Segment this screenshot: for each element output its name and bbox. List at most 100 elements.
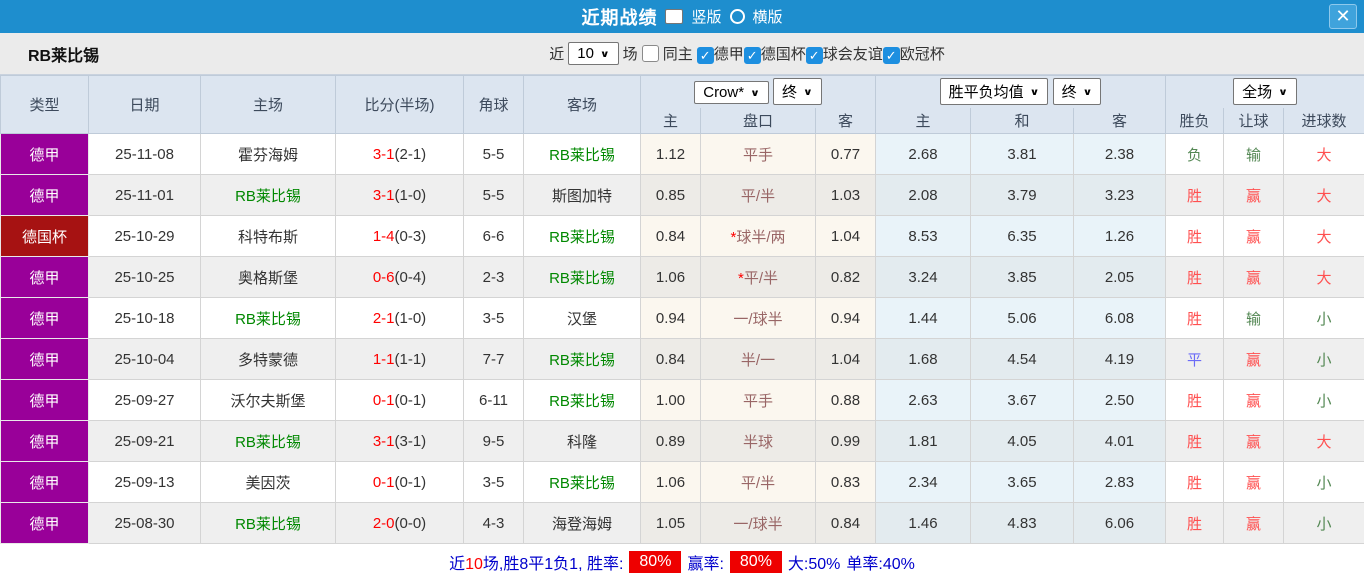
goals-result-cell: 大	[1282, 420, 1364, 462]
close-icon[interactable]: ✕	[1329, 4, 1357, 29]
home-team-cell[interactable]: RB莱比锡	[200, 174, 336, 216]
home-team-cell[interactable]: RB莱比锡	[200, 502, 336, 544]
vertical-layout-label[interactable]: 竖版	[691, 6, 721, 27]
handicap-result-cell: 赢	[1223, 338, 1284, 380]
avg-draw-cell: 3.85	[970, 256, 1074, 298]
league-label-3[interactable]: 欧冠杯	[900, 46, 945, 63]
league-checkbox-1[interactable]: ✓	[743, 46, 761, 64]
league-checkbox-3[interactable]: ✓	[882, 46, 900, 64]
same-home-label[interactable]: 同主	[663, 43, 693, 64]
single-label: 单率:	[846, 555, 883, 573]
footer-summary: 场,胜8平1负1, 胜率:	[482, 555, 624, 573]
avg-away-cell: 1.26	[1073, 215, 1166, 257]
date-cell: 25-10-29	[88, 215, 201, 257]
avg-away-cell: 4.01	[1073, 420, 1166, 462]
handicap-result-cell: 输	[1223, 297, 1284, 339]
date-cell: 25-09-21	[88, 420, 201, 462]
goals-result-cell: 小	[1282, 297, 1364, 339]
handicap-cell: 一/球半	[700, 502, 816, 544]
avg-away-cell: 2.05	[1073, 256, 1166, 298]
home-team-cell[interactable]: RB莱比锡	[200, 297, 336, 339]
home-team-cell[interactable]: 奥格斯堡	[200, 256, 336, 298]
handicap-result-cell: 赢	[1223, 174, 1284, 216]
handicap-cell: *平/半	[700, 256, 816, 298]
home-team-cell[interactable]: 沃尔夫斯堡	[200, 379, 336, 421]
avg-home-cell: 2.63	[875, 379, 971, 421]
goals-result-cell: 小	[1282, 338, 1364, 380]
corner-cell: 2-3	[463, 256, 524, 298]
away-team-cell[interactable]: 汉堡	[523, 297, 641, 339]
match-count-select[interactable]: 10 ∨	[568, 42, 619, 65]
avg-away-cell: 2.38	[1073, 133, 1166, 175]
league-type-cell: 德甲	[0, 133, 89, 175]
vertical-layout-radio[interactable]	[665, 9, 684, 24]
away-team-cell[interactable]: 斯图加特	[523, 174, 641, 216]
home-odds-cell: 1.12	[640, 133, 701, 175]
col-header-corner: 角球	[463, 75, 524, 134]
away-team-cell[interactable]: 科隆	[523, 420, 641, 462]
col-header-away: 客场	[523, 75, 641, 134]
league-label-0[interactable]: 德甲	[714, 46, 744, 63]
horizontal-layout-label[interactable]: 横版	[753, 6, 783, 27]
avg-away-cell: 6.08	[1073, 297, 1166, 339]
away-team-cell[interactable]: RB莱比锡	[523, 379, 641, 421]
footer-near: 近	[449, 555, 466, 573]
same-home-checkbox[interactable]	[641, 45, 659, 62]
avg-type-select[interactable]: 胜平负均值 ∨	[939, 78, 1049, 106]
filters-group: 近 10 ∨ 场 同主 ✓ 德甲 ✓ 德国杯 ✓ 球会友谊 ✓ 欧冠杯	[419, 42, 945, 65]
home-team-cell[interactable]: 霍芬海姆	[200, 133, 336, 175]
chevron-down-icon: ∨	[1029, 86, 1040, 98]
sub-header-1: 盘口	[700, 107, 816, 134]
home-team-cell[interactable]: 多特蒙德	[200, 338, 336, 380]
away-team-cell[interactable]: RB莱比锡	[523, 133, 641, 175]
avg-home-cell: 1.81	[875, 420, 971, 462]
table-row: 德甲 25-10-04 多特蒙德 1-1(1-1) 7-7 RB莱比锡 0.84 半/一 1.0…	[0, 338, 1364, 380]
date-cell: 25-09-13	[88, 461, 201, 503]
avg-away-cell: 6.06	[1073, 502, 1166, 544]
away-team-cell[interactable]: RB莱比锡	[523, 256, 641, 298]
league-label-2[interactable]: 球会友谊	[823, 46, 883, 63]
league-type-cell: 德甲	[0, 174, 89, 216]
horizontal-layout-radio[interactable]	[729, 9, 745, 24]
corner-cell: 6-11	[463, 379, 524, 421]
score-cell: 1-4(0-3)	[335, 215, 464, 257]
away-odds-cell: 1.03	[815, 174, 876, 216]
score-cell: 0-1(0-1)	[335, 461, 464, 503]
result-cell: 胜	[1165, 420, 1224, 462]
full-match-select[interactable]: 全场 ∨	[1233, 78, 1297, 106]
handicap-result-cell: 赢	[1223, 256, 1284, 298]
handicap-cell: 半/一	[700, 338, 816, 380]
league-checkbox-2[interactable]: ✓	[805, 46, 823, 64]
score-cell: 2-1(1-0)	[335, 297, 464, 339]
avg-home-cell: 1.68	[875, 338, 971, 380]
league-checkbox-0[interactable]: ✓	[696, 46, 714, 64]
home-odds-cell: 0.84	[640, 215, 701, 257]
away-odds-cell: 1.04	[815, 338, 876, 380]
league-filter-list: ✓ 德甲 ✓ 德国杯 ✓ 球会友谊 ✓ 欧冠杯	[696, 43, 945, 64]
away-odds-cell: 0.99	[815, 420, 876, 462]
avg-group-header: 胜平负均值 ∨ 终 ∨	[875, 75, 1166, 108]
odds-company-select[interactable]: Crow* ∨	[694, 81, 769, 105]
home-team-cell[interactable]: 科特布斯	[200, 215, 336, 257]
away-team-cell[interactable]: RB莱比锡	[523, 461, 641, 503]
avg-draw-cell: 4.83	[970, 502, 1074, 544]
home-team-cell[interactable]: RB莱比锡	[200, 420, 336, 462]
goals-result-cell: 大	[1282, 174, 1364, 216]
avg-final-select[interactable]: 终 ∨	[1052, 78, 1102, 106]
away-team-cell[interactable]: 海登海姆	[523, 502, 641, 544]
score-cell: 0-6(0-4)	[335, 256, 464, 298]
league-label-1[interactable]: 德国杯	[761, 46, 806, 63]
filter-bar: RB莱比锡 近 10 ∨ 场 同主 ✓ 德甲 ✓ 德国杯 ✓ 球会友谊 ✓ 欧冠杯	[0, 33, 1364, 75]
date-cell: 25-11-08	[88, 133, 201, 175]
away-team-cell[interactable]: RB莱比锡	[523, 215, 641, 257]
away-odds-cell: 0.82	[815, 256, 876, 298]
home-team-cell[interactable]: 美因茨	[200, 461, 336, 503]
odds-final-select[interactable]: 终 ∨	[773, 78, 822, 106]
corner-cell: 3-5	[463, 297, 524, 339]
away-team-cell[interactable]: RB莱比锡	[523, 338, 641, 380]
goals-result-cell: 大	[1282, 215, 1364, 257]
league-type-cell: 德甲	[0, 461, 89, 503]
summary-footer: 近10场,胜8平1负1, 胜率: 80% 赢率: 80% 大:50% 单率:40…	[0, 544, 1364, 578]
away-odds-cell: 0.83	[815, 461, 876, 503]
handicap-result-cell: 输	[1223, 133, 1284, 175]
